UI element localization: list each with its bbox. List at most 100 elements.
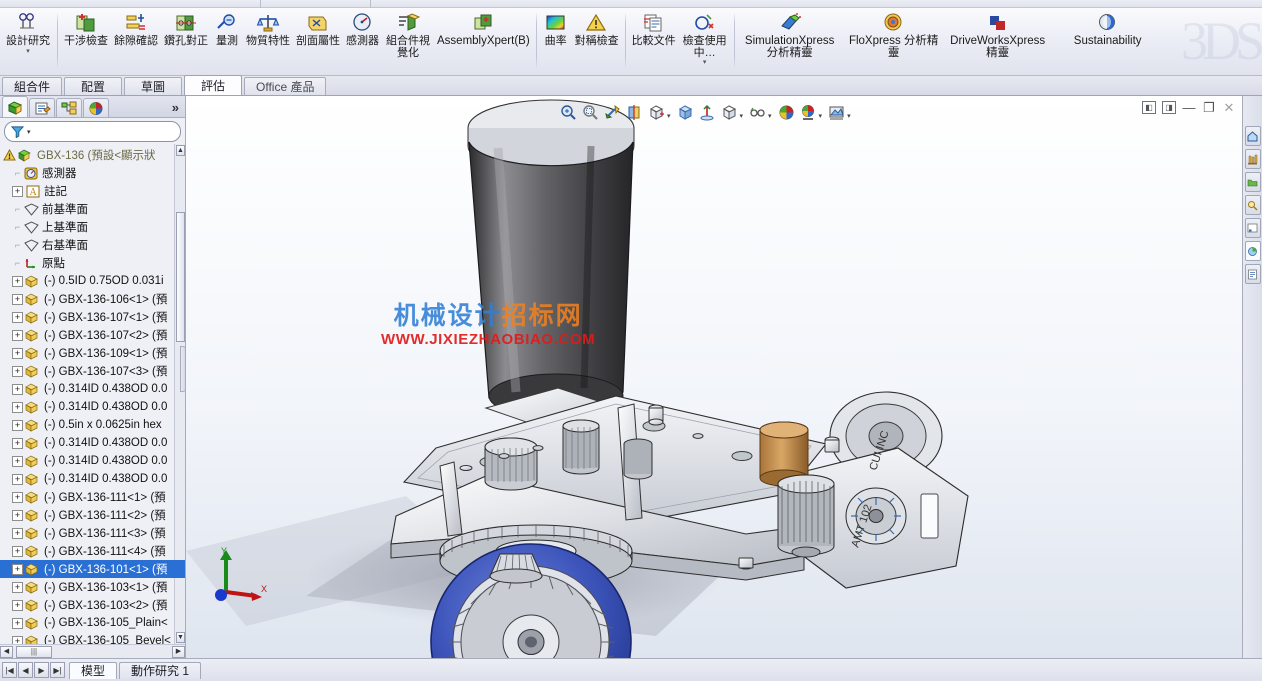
- expand-toggle[interactable]: +: [12, 563, 23, 575]
- check-active-document-button[interactable]: 檢查使用中… ▾: [679, 8, 731, 66]
- restore-button[interactable]: ❐: [1202, 100, 1216, 115]
- tab-office-products[interactable]: Office 產品: [244, 77, 327, 95]
- mass-properties-button[interactable]: 物質特性: [243, 8, 293, 48]
- tree-node[interactable]: ⌐ 上基準面: [0, 218, 185, 236]
- feature-tree-filter[interactable]: ▾: [4, 121, 181, 142]
- expand-toggle[interactable]: +: [12, 347, 23, 359]
- tree-node[interactable]: + (-) GBX-136-111<4> (預: [0, 542, 185, 560]
- design-study-button[interactable]: 設計研究 ▾: [2, 8, 54, 55]
- expand-toggle[interactable]: +: [12, 293, 23, 305]
- tree-root-node[interactable]: GBX-136 (預設<顯示狀: [0, 146, 185, 164]
- filter-caret-icon[interactable]: ▾: [27, 128, 31, 136]
- tree-node[interactable]: ⌐ 原點: [0, 254, 185, 272]
- model-3d-view[interactable]: CUI INC AMT 102: [186, 96, 1242, 658]
- tree-node[interactable]: + (-) 0.314ID 0.438OD 0.0: [0, 380, 185, 398]
- tree-node[interactable]: + (-) GBX-136-103<2> (預: [0, 596, 185, 614]
- display-style-button[interactable]: [675, 102, 696, 123]
- tree-node[interactable]: + (-) GBX-136-101<1> (預: [0, 560, 185, 578]
- expand-toggle[interactable]: +: [12, 599, 23, 611]
- expand-toggle[interactable]: +: [12, 581, 23, 593]
- pane-resize-grip[interactable]: [180, 346, 186, 392]
- tree-node[interactable]: + (-) GBX-136-111<2> (預: [0, 506, 185, 524]
- render-caret-icon[interactable]: ▾: [847, 105, 851, 120]
- simulation-xpress-button[interactable]: SimulationXpress 分析精靈: [738, 8, 842, 59]
- section-properties-button[interactable]: 剖面屬性: [293, 8, 343, 48]
- sensor-button[interactable]: 感測器: [343, 8, 382, 48]
- tab-motion-study[interactable]: 動作研究 1: [119, 661, 202, 679]
- curvature-button[interactable]: 曲率: [540, 8, 572, 48]
- tree-node[interactable]: + (-) 0.314ID 0.438OD 0.0: [0, 452, 185, 470]
- expand-toggle[interactable]: +: [12, 275, 23, 287]
- expand-toggle[interactable]: +: [12, 455, 23, 467]
- tab-evaluate[interactable]: 評估: [184, 75, 243, 95]
- view-orientation-button[interactable]: [646, 102, 667, 123]
- feature-tree-tab[interactable]: [2, 96, 28, 117]
- tree-node[interactable]: ⌐ 感測器: [0, 164, 185, 182]
- last-sheet-button[interactable]: ▶|: [50, 662, 65, 678]
- tree-node[interactable]: + (-) GBX-136-111<1> (預: [0, 488, 185, 506]
- previous-sheet-button[interactable]: ◀: [18, 662, 33, 678]
- expand-toggle[interactable]: +: [12, 635, 23, 644]
- tree-node[interactable]: + (-) 0.314ID 0.438OD 0.0: [0, 398, 185, 416]
- expand-toggle[interactable]: +: [12, 311, 23, 323]
- tree-node[interactable]: + (-) GBX-136-105_Bevel<: [0, 632, 185, 644]
- property-manager-tab[interactable]: [29, 98, 55, 117]
- measure-button[interactable]: 量測: [211, 8, 243, 48]
- tab-assembly[interactable]: 組合件: [2, 77, 63, 95]
- tree-scroll-left-button[interactable]: ◀: [0, 645, 13, 658]
- interference-detection-button[interactable]: 干涉檢查: [61, 8, 111, 48]
- tree-node[interactable]: + (-) GBX-136-105_Plain<: [0, 614, 185, 632]
- shadow-caret-icon[interactable]: ▾: [819, 105, 823, 120]
- design-library-tab[interactable]: [1244, 149, 1261, 169]
- close-button[interactable]: ✕: [1222, 100, 1236, 115]
- expand-toggle[interactable]: +: [12, 185, 23, 197]
- edit-appearance-button[interactable]: [719, 102, 740, 123]
- shadow-button[interactable]: [798, 102, 819, 123]
- driveworks-xpress-button[interactable]: DriveWorksXpress 精靈: [946, 8, 1050, 59]
- configuration-manager-tab[interactable]: [56, 98, 82, 117]
- solidworks-resources-tab[interactable]: [1244, 126, 1261, 146]
- assembly-xpert-button[interactable]: AssemblyXpert(B): [434, 8, 533, 48]
- custom-properties-tab[interactable]: [1244, 264, 1261, 284]
- expand-toggle[interactable]: +: [12, 473, 23, 485]
- minimize-button[interactable]: —: [1182, 100, 1196, 115]
- view-settings-button[interactable]: [776, 102, 797, 123]
- zoom-to-fit-button[interactable]: [558, 102, 579, 123]
- graphics-area[interactable]: ▾ ▾ ▾ ▾ ▾ ◧ ◨ — ❐ ✕ CUI INC AMT 102 机械设计…: [186, 96, 1242, 658]
- tree-node[interactable]: + (-) GBX-136-107<2> (預: [0, 326, 185, 344]
- tree-node[interactable]: + A 註記: [0, 182, 185, 200]
- restore-pane-left-button[interactable]: ◧: [1142, 101, 1156, 114]
- feature-manager-more-button[interactable]: »: [172, 100, 179, 117]
- search-tab[interactable]: [1244, 195, 1261, 215]
- tree-node[interactable]: + (-) 0.314ID 0.438OD 0.0: [0, 434, 185, 452]
- expand-toggle[interactable]: +: [12, 527, 23, 539]
- feature-tree-hscrollbar[interactable]: ◀ ||| ▶: [0, 644, 185, 658]
- sustainability-button[interactable]: Sustainability: [1064, 8, 1152, 48]
- assembly-visualization-button[interactable]: 組合件視覺化: [382, 8, 434, 59]
- tree-node[interactable]: + (-) GBX-136-109<1> (預: [0, 344, 185, 362]
- tree-node[interactable]: + (-) GBX-136-107<1> (預: [0, 308, 185, 326]
- restore-pane-right-button[interactable]: ◨: [1162, 101, 1176, 114]
- symmetry-check-button[interactable]: 對稱檢查: [572, 8, 622, 48]
- display-manager-tab[interactable]: [83, 98, 109, 117]
- flo-xpress-button[interactable]: FloXpress 分析精靈: [842, 8, 946, 59]
- tab-sketch[interactable]: 草圖: [124, 77, 183, 95]
- first-sheet-button[interactable]: |◀: [2, 662, 17, 678]
- view-palette-tab[interactable]: [1244, 218, 1261, 238]
- apply-scene-button[interactable]: [747, 102, 768, 123]
- next-sheet-button[interactable]: ▶: [34, 662, 49, 678]
- view-orientation-caret-icon[interactable]: ▾: [667, 105, 671, 120]
- expand-toggle[interactable]: +: [12, 617, 23, 629]
- tab-layout[interactable]: 配置: [64, 77, 123, 95]
- compare-documents-button[interactable]: 比較文件: [629, 8, 679, 48]
- tree-node[interactable]: + (-) GBX-136-107<3> (預: [0, 362, 185, 380]
- tree-node[interactable]: + (-) 0.314ID 0.438OD 0.0: [0, 470, 185, 488]
- tree-node[interactable]: ⌐ 右基準面: [0, 236, 185, 254]
- previous-view-button[interactable]: [602, 102, 623, 123]
- tree-node[interactable]: + (-) GBX-136-111<3> (預: [0, 524, 185, 542]
- tree-node[interactable]: + (-) GBX-136-103<1> (預: [0, 578, 185, 596]
- file-explorer-tab[interactable]: [1244, 172, 1261, 192]
- appearances-tab[interactable]: [1244, 241, 1261, 261]
- tree-node[interactable]: ⌐ 前基準面: [0, 200, 185, 218]
- tree-node[interactable]: + (-) 0.5in x 0.0625in hex: [0, 416, 185, 434]
